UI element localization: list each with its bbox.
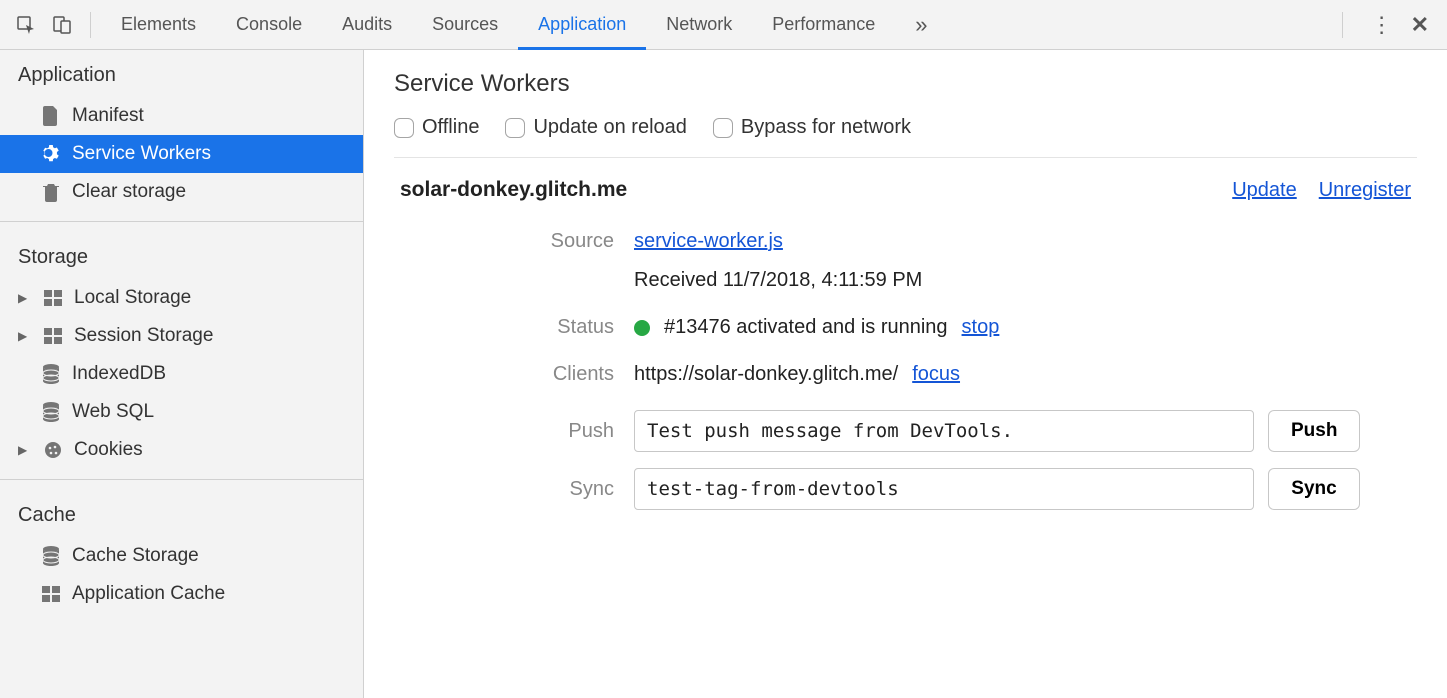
tab-network[interactable]: Network: [646, 0, 752, 49]
sidebar-item-indexeddb[interactable]: IndexedDB: [0, 355, 363, 393]
clients-label: Clients: [394, 363, 614, 386]
panel-title: Service Workers: [394, 70, 1417, 98]
close-icon[interactable]: ✕: [1411, 12, 1429, 38]
push-row: Push Push: [394, 410, 1417, 452]
toggle-device-icon[interactable]: [44, 7, 80, 43]
sidebar-item-label: IndexedDB: [72, 363, 166, 385]
gear-icon: [40, 144, 62, 164]
service-workers-panel: Service Workers Offline Update on reload…: [364, 50, 1447, 698]
checkbox-label: Update on reload: [533, 116, 686, 139]
tab-sources[interactable]: Sources: [412, 0, 518, 49]
sidebar-section-storage: Storage ▶ Local Storage ▶ Session Storag…: [0, 232, 363, 469]
sidebar-section-application: Application Manifest Service Workers Cle…: [0, 50, 363, 211]
devtools-tabbar: Elements Console Audits Sources Applicat…: [0, 0, 1447, 50]
application-sidebar: Application Manifest Service Workers Cle…: [0, 50, 364, 698]
checkbox-box: [713, 118, 733, 138]
document-icon: [40, 106, 62, 126]
status-text: #13476 activated and is running: [664, 316, 948, 339]
sidebar-item-manifest[interactable]: Manifest: [0, 97, 363, 135]
update-link[interactable]: Update: [1232, 179, 1297, 202]
sidebar-item-label: Local Storage: [74, 287, 191, 309]
database-icon: [40, 546, 62, 566]
checkbox-label: Offline: [422, 116, 479, 139]
push-button[interactable]: Push: [1268, 410, 1360, 452]
section-title-storage: Storage: [0, 232, 363, 279]
client-url: https://solar-donkey.glitch.me/: [634, 363, 898, 386]
chevron-right-icon: ▶: [18, 291, 32, 305]
update-on-reload-checkbox[interactable]: Update on reload: [505, 116, 686, 139]
tabbar-divider: [90, 12, 91, 38]
section-title-application: Application: [0, 50, 363, 97]
clients-row: Clients https://solar-donkey.glitch.me/ …: [394, 363, 1417, 386]
sync-label: Sync: [394, 478, 614, 501]
chevron-right-icon: ▶: [18, 443, 32, 457]
sidebar-item-websql[interactable]: Web SQL: [0, 393, 363, 431]
sw-header-row: solar-donkey.glitch.me Update Unregister: [394, 178, 1417, 202]
database-icon: [40, 402, 62, 422]
chevron-right-icon: ▶: [18, 329, 32, 343]
tabs-overflow-icon[interactable]: »: [895, 0, 947, 49]
tab-performance[interactable]: Performance: [752, 0, 895, 49]
focus-link[interactable]: focus: [912, 363, 960, 386]
sidebar-item-clear-storage[interactable]: Clear storage: [0, 173, 363, 211]
status-dot-icon: [634, 320, 650, 336]
tab-elements[interactable]: Elements: [101, 0, 216, 49]
sidebar-item-label: Cache Storage: [72, 545, 199, 567]
sidebar-item-application-cache[interactable]: Application Cache: [0, 575, 363, 613]
tab-audits[interactable]: Audits: [322, 0, 412, 49]
sidebar-item-label: Application Cache: [72, 583, 225, 605]
sidebar-item-label: Cookies: [74, 439, 143, 461]
offline-checkbox[interactable]: Offline: [394, 116, 479, 139]
section-title-cache: Cache: [0, 490, 363, 537]
kebab-menu-icon[interactable]: ⋮: [1371, 12, 1393, 38]
grid-icon: [42, 328, 64, 344]
received-text: Received 11/7/2018, 4:11:59 PM: [634, 269, 922, 292]
sidebar-item-label: Web SQL: [72, 401, 154, 423]
sidebar-item-local-storage[interactable]: ▶ Local Storage: [0, 279, 363, 317]
stop-link[interactable]: stop: [962, 316, 1000, 339]
status-row: Status #13476 activated and is running s…: [394, 316, 1417, 339]
sidebar-item-cache-storage[interactable]: Cache Storage: [0, 537, 363, 575]
sidebar-item-label: Session Storage: [74, 325, 213, 347]
sidebar-divider: [0, 221, 363, 222]
devtools-tabs: Elements Console Audits Sources Applicat…: [101, 0, 1332, 49]
tab-application[interactable]: Application: [518, 0, 646, 49]
trash-icon: [40, 182, 62, 202]
sw-options-row: Offline Update on reload Bypass for netw…: [394, 116, 1417, 158]
sw-header-actions: Update Unregister: [1232, 179, 1411, 202]
inspect-element-icon[interactable]: [8, 7, 44, 43]
received-row: Received 11/7/2018, 4:11:59 PM: [394, 269, 1417, 292]
sync-row: Sync Sync: [394, 468, 1417, 510]
sync-button[interactable]: Sync: [1268, 468, 1360, 510]
unregister-link[interactable]: Unregister: [1319, 179, 1411, 202]
sidebar-item-session-storage[interactable]: ▶ Session Storage: [0, 317, 363, 355]
sidebar-divider: [0, 479, 363, 480]
tabbar-divider-right: [1342, 12, 1343, 38]
sidebar-section-cache: Cache Cache Storage Application Cache: [0, 490, 363, 613]
database-icon: [40, 364, 62, 384]
grid-icon: [42, 290, 64, 306]
source-file-link[interactable]: service-worker.js: [634, 230, 783, 253]
checkbox-label: Bypass for network: [741, 116, 911, 139]
grid-icon: [40, 586, 62, 602]
sidebar-item-cookies[interactable]: ▶ Cookies: [0, 431, 363, 469]
sidebar-item-service-workers[interactable]: Service Workers: [0, 135, 363, 173]
push-label: Push: [394, 420, 614, 443]
sync-input[interactable]: [634, 468, 1254, 510]
tab-console[interactable]: Console: [216, 0, 322, 49]
bypass-checkbox[interactable]: Bypass for network: [713, 116, 911, 139]
sidebar-item-label: Service Workers: [72, 143, 211, 165]
cookie-icon: [42, 441, 64, 459]
checkbox-box: [394, 118, 414, 138]
sw-origin: solar-donkey.glitch.me: [400, 178, 627, 202]
status-label: Status: [394, 316, 614, 339]
push-input[interactable]: [634, 410, 1254, 452]
source-label: Source: [394, 230, 614, 253]
sidebar-item-label: Clear storage: [72, 181, 186, 203]
sidebar-item-label: Manifest: [72, 105, 144, 127]
source-row: Source service-worker.js: [394, 230, 1417, 253]
checkbox-box: [505, 118, 525, 138]
